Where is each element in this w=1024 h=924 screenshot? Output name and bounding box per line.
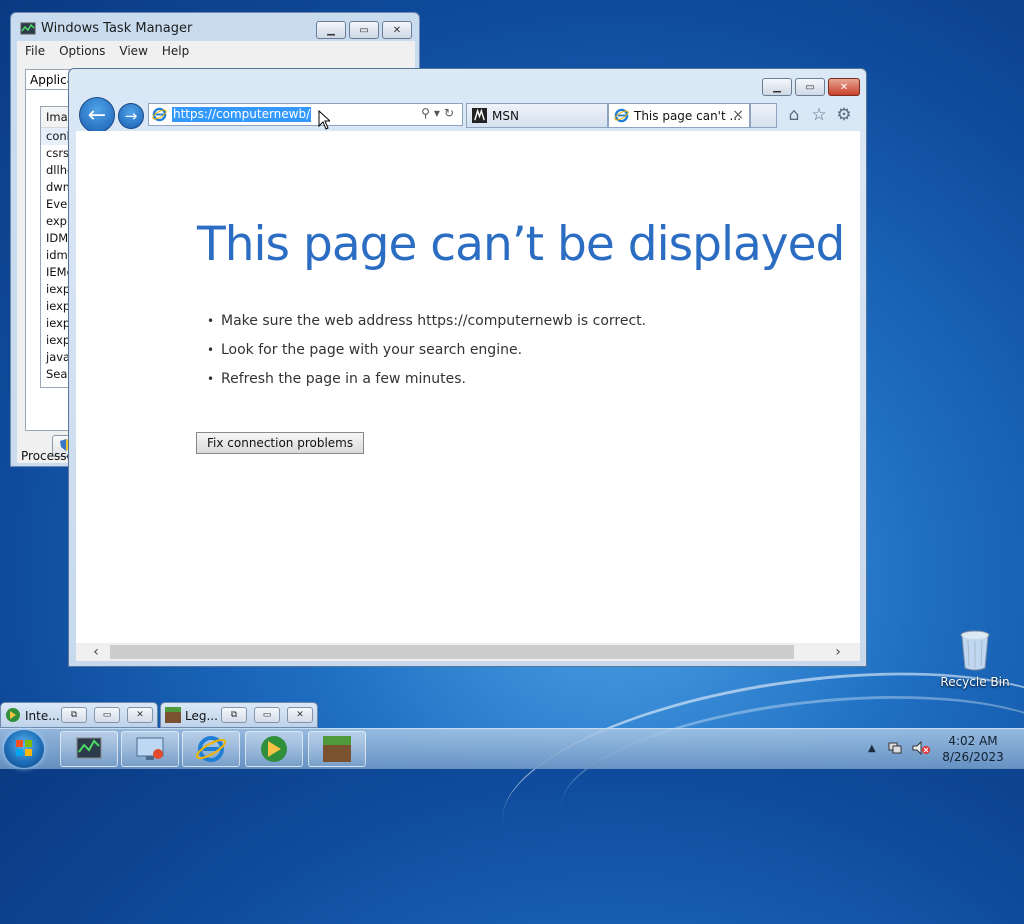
- horizontal-scrollbar[interactable]: ‹ ›: [76, 643, 860, 661]
- address-bar[interactable]: https://computernewb/ ⚲▾↻: [148, 103, 463, 126]
- fix-connection-button[interactable]: Fix connection problems: [196, 432, 365, 454]
- forward-button[interactable]: →: [118, 103, 144, 129]
- suggestion-item: Make sure the web address https://comput…: [221, 311, 646, 340]
- suggestion-item: Refresh the page in a few minutes.: [221, 369, 646, 398]
- scroll-left-icon[interactable]: ‹: [86, 643, 106, 661]
- new-tab-button[interactable]: [750, 103, 777, 128]
- refresh-icon[interactable]: ↻: [444, 106, 458, 120]
- tab-label: This page can't ...: [634, 109, 741, 123]
- msn-icon: [472, 108, 487, 123]
- search-icon[interactable]: ⚲: [421, 106, 434, 120]
- minecraft-icon: [165, 707, 181, 723]
- minimized-window-minecraft[interactable]: Leg... ⧉ ▭ ✕: [160, 702, 318, 728]
- clock-time: 4:02 AM: [948, 734, 998, 748]
- volume-muted-icon[interactable]: [912, 740, 931, 756]
- menu-help[interactable]: Help: [162, 44, 189, 58]
- taskbar-internet-explorer[interactable]: [182, 731, 240, 767]
- star-icon[interactable]: ☆: [809, 105, 829, 125]
- scroll-thumb[interactable]: [110, 645, 794, 659]
- back-button[interactable]: ←: [79, 97, 115, 133]
- clock[interactable]: 4:02 AM 8/26/2023: [940, 733, 1006, 765]
- menu-bar: File Options View Help: [17, 41, 415, 61]
- idm-icon: [6, 708, 20, 722]
- ie-icon: [195, 736, 227, 762]
- scroll-right-icon[interactable]: ›: [828, 643, 848, 661]
- back-arrow-icon: ←: [87, 102, 107, 128]
- internet-explorer-window[interactable]: ▁ ▭ ✕ ← → https://computernewb/ ⚲▾↻ MSN …: [68, 68, 867, 667]
- restore-button[interactable]: ⧉: [61, 707, 87, 723]
- recycle-bin-icon: [960, 630, 990, 671]
- address-tools: ⚲▾↻: [421, 106, 458, 120]
- minimized-window-label: Inte...: [25, 709, 60, 723]
- minimize-button[interactable]: ▁: [762, 78, 792, 96]
- taskbar-idm[interactable]: [245, 731, 303, 767]
- dropdown-icon[interactable]: ▾: [434, 106, 444, 120]
- tab-msn[interactable]: MSN: [466, 103, 608, 128]
- start-button[interactable]: [4, 730, 44, 768]
- maximize-button[interactable]: ▭: [795, 78, 825, 96]
- tab-error-page[interactable]: This page can't ... ×: [608, 103, 750, 128]
- menu-view[interactable]: View: [119, 44, 147, 58]
- close-button[interactable]: ✕: [382, 21, 412, 39]
- mouse-cursor-icon: [318, 110, 330, 130]
- menu-options[interactable]: Options: [59, 44, 105, 58]
- windows-logo-icon: [16, 740, 32, 756]
- minimized-window-idm[interactable]: Inte... ⧉ ▭ ✕: [0, 702, 158, 728]
- minecraft-icon: [323, 736, 351, 762]
- close-button[interactable]: ✕: [287, 707, 313, 723]
- page-title: This page can’t be displayed: [197, 217, 845, 272]
- gear-icon[interactable]: ⚙: [834, 105, 854, 125]
- taskbar-task-manager[interactable]: [60, 731, 118, 767]
- menu-file[interactable]: File: [25, 44, 45, 58]
- minimized-window-label: Leg...: [185, 709, 218, 723]
- clock-date: 8/26/2023: [942, 750, 1004, 764]
- network-icon[interactable]: [887, 741, 903, 755]
- system-tray: ▲: [868, 740, 931, 756]
- address-input[interactable]: https://computernewb/: [172, 107, 312, 122]
- show-hidden-icons-icon[interactable]: ▲: [868, 743, 876, 754]
- taskbar-remote-desktop[interactable]: [121, 731, 179, 767]
- recycle-bin[interactable]: Recycle Bin: [940, 630, 1010, 689]
- close-button[interactable]: ✕: [127, 707, 153, 723]
- suggestion-list: Make sure the web address https://comput…: [221, 311, 646, 398]
- maximize-button[interactable]: ▭: [94, 707, 120, 723]
- home-icon[interactable]: ⌂: [784, 105, 804, 125]
- forward-arrow-icon: →: [124, 107, 138, 125]
- taskbar-minecraft[interactable]: [308, 731, 366, 767]
- minimize-button[interactable]: ▁: [316, 21, 346, 39]
- suggestion-item: Look for the page with your search engin…: [221, 340, 646, 369]
- close-button[interactable]: ✕: [828, 78, 860, 96]
- ie-icon: [152, 107, 167, 122]
- maximize-button[interactable]: ▭: [349, 21, 379, 39]
- recycle-bin-label: Recycle Bin: [940, 675, 1010, 689]
- task-manager-icon: [20, 22, 36, 35]
- taskbar: ▲ 4:02 AM 8/26/2023: [0, 728, 1024, 769]
- close-tab-icon[interactable]: ×: [732, 107, 744, 123]
- maximize-button[interactable]: ▭: [254, 707, 280, 723]
- tab-label: MSN: [492, 109, 519, 123]
- restore-button[interactable]: ⧉: [221, 707, 247, 723]
- remote-desktop-icon: [136, 737, 164, 760]
- task-manager-icon: [76, 737, 102, 759]
- page-content: This page can’t be displayed Make sure t…: [76, 131, 860, 643]
- idm-icon: [261, 736, 287, 762]
- window-title: Windows Task Manager: [41, 21, 193, 36]
- ie-icon: [614, 108, 629, 123]
